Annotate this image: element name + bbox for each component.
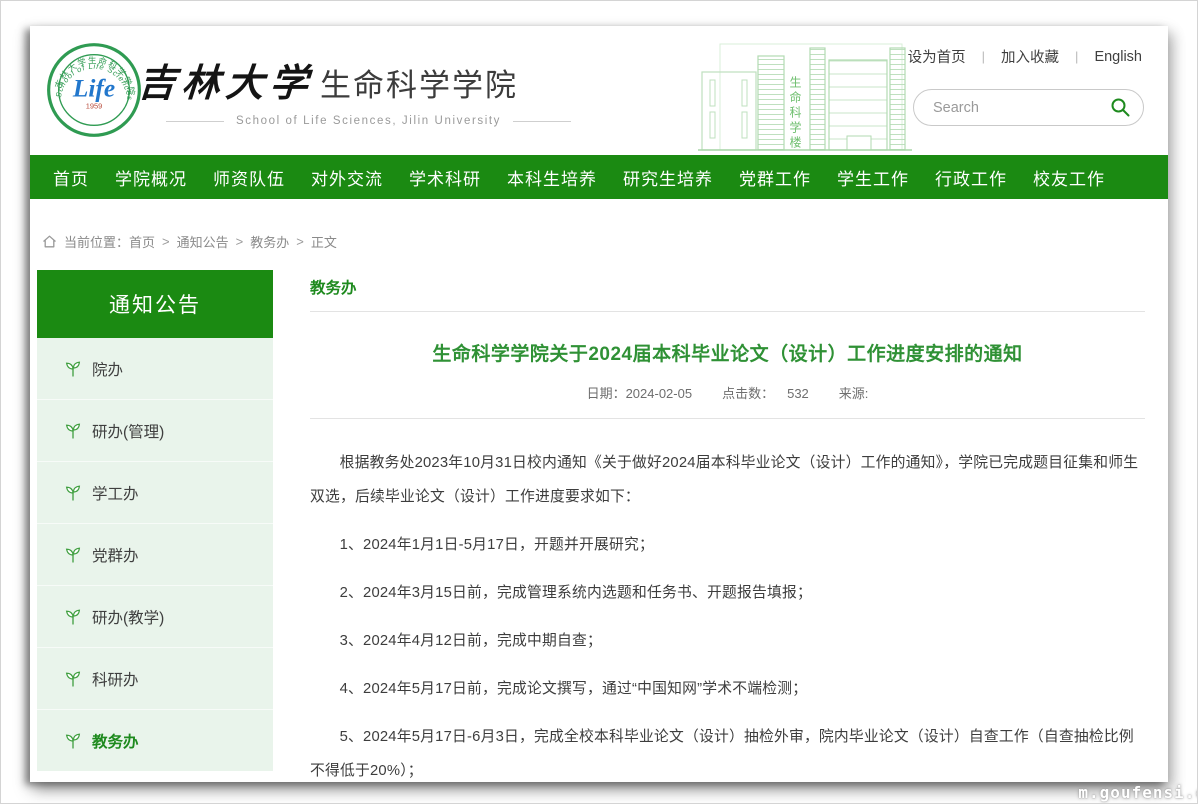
link-separator: | [1075, 49, 1078, 64]
logo-seal-icon: 吉林大学生命科学学院 Life 1959 School of Life Scie… [46, 42, 142, 138]
set-homepage-link[interactable]: 设为首页 [908, 46, 966, 67]
school-logo-icon[interactable]: 吉林大学生命科学学院 Life 1959 School of Life Scie… [46, 42, 142, 138]
leaf-icon [64, 422, 82, 440]
sidebar-item-yanban-jiaoxue[interactable]: 研办(教学) [37, 586, 273, 648]
leaf-icon [64, 732, 82, 750]
article-paragraph: 5、2024年5月17日-6月3日，完成全校本科毕业论文（设计）抽检外审，院内毕… [310, 720, 1145, 788]
building-label-text: 生命科学楼 [788, 76, 802, 151]
breadcrumb-prefix: 当前位置： [64, 232, 129, 251]
leaf-icon [64, 484, 82, 502]
college-name-english: School of Life Sciences, Jilin Universit… [236, 115, 501, 127]
article-title: 生命科学学院关于2024届本科毕业论文（设计）工作进度安排的通知 [310, 339, 1145, 366]
nav-item-administration[interactable]: 行政工作 [922, 165, 1020, 190]
sidebar-item-jiaowuban[interactable]: 教务办 [37, 710, 273, 771]
sidebar-list: 院办 研办(管理) 学工办 党群办 研办(教学) [37, 338, 273, 771]
search-icon [1110, 97, 1131, 118]
nav-item-undergraduate[interactable]: 本科生培养 [494, 165, 610, 190]
article-body: 根据教务处2023年10月31日校内通知《关于做好2024届本科毕业论文（设计）… [310, 446, 1145, 788]
divider [310, 418, 1145, 419]
nav-item-home[interactable]: 首页 [40, 165, 102, 190]
watermark-text: m.goufensi.c [1078, 783, 1198, 802]
home-icon [42, 234, 57, 249]
sidebar-item-label: 研办(管理) [92, 420, 164, 442]
breadcrumb-separator: > [236, 234, 244, 249]
meta-source-label: 来源: [839, 386, 869, 401]
sidebar-item-dangqunban[interactable]: 党群办 [37, 524, 273, 586]
meta-date-label: 日期： [587, 386, 626, 401]
breadcrumb-current: 正文 [311, 232, 337, 251]
main-nav: 首页 学院概况 师资队伍 对外交流 学术科研 本科生培养 研究生培养 党群工作 … [30, 155, 1168, 199]
nav-item-research[interactable]: 学术科研 [396, 165, 494, 190]
meta-date-value: 2024-02-05 [626, 386, 693, 401]
sidebar-item-label: 教务办 [92, 730, 139, 752]
site-header: 吉林大学生命科学学院 Life 1959 School of Life Scie… [30, 26, 1168, 155]
content-area: 通知公告 院办 研办(管理) 学工办 党群办 [30, 270, 1168, 802]
leaf-icon [64, 608, 82, 626]
article-meta: 日期：2024-02-05 点击数： 532 来源: [310, 383, 1145, 402]
university-name-calligraphy: 吉林大学 [136, 52, 316, 107]
breadcrumb-notices[interactable]: 通知公告 [177, 232, 229, 251]
leaf-icon [64, 670, 82, 688]
breadcrumb-separator: > [162, 234, 170, 249]
sidebar-item-label: 学工办 [92, 482, 139, 504]
nav-item-exchange[interactable]: 对外交流 [298, 165, 396, 190]
section-title: 教务办 [310, 270, 1145, 298]
nav-item-party[interactable]: 党群工作 [726, 165, 824, 190]
college-name: 生命科学学院 [320, 60, 518, 105]
subtitle-dash-right [513, 121, 571, 122]
article-paragraph: 根据教务处2023年10月31日校内通知《关于做好2024届本科毕业论文（设计）… [310, 446, 1145, 514]
meta-clicks-label: 点击数： [722, 386, 774, 401]
article-paragraph: 4、2024年5月17日前，完成论文撰写，通过“中国知网”学术不端检测； [310, 672, 1145, 706]
building-drawing: 生命科学楼 [698, 42, 912, 155]
sidebar-item-keyanban[interactable]: 科研办 [37, 648, 273, 710]
leaf-icon [64, 546, 82, 564]
article-panel: 教务办 生命科学学院关于2024届本科毕业论文（设计）工作进度安排的通知 日期：… [310, 270, 1145, 802]
nav-item-faculty[interactable]: 师资队伍 [200, 165, 298, 190]
sidebar-item-yanban-guanli[interactable]: 研办(管理) [37, 400, 273, 462]
sidebar: 通知公告 院办 研办(管理) 学工办 党群办 [37, 270, 273, 802]
sidebar-item-label: 院办 [92, 358, 123, 380]
sidebar-item-label: 党群办 [92, 544, 139, 566]
add-favorite-link[interactable]: 加入收藏 [1001, 46, 1059, 67]
sidebar-title: 通知公告 [37, 270, 273, 338]
brand-subtitle: School of Life Sciences, Jilin Universit… [166, 115, 571, 127]
nav-item-alumni[interactable]: 校友工作 [1020, 165, 1118, 190]
breadcrumb-home[interactable]: 首页 [129, 232, 155, 251]
page-card: 吉林大学生命科学学院 Life 1959 School of Life Scie… [30, 26, 1168, 782]
leaf-icon [64, 360, 82, 378]
article-paragraph: 1、2024年1月1日-5月17日，开题并开展研究； [310, 528, 1145, 562]
breadcrumb-separator: > [296, 234, 304, 249]
subtitle-dash-left [166, 121, 224, 122]
search-button[interactable] [1110, 97, 1131, 118]
logo-year-text: 1959 [86, 102, 103, 111]
logo-center-text: Life [72, 75, 115, 103]
english-link[interactable]: English [1094, 49, 1142, 65]
brand-block: 吉林大学 生命科学学院 School of Life Sciences, Jil… [138, 52, 571, 127]
nav-item-graduate[interactable]: 研究生培养 [610, 165, 726, 190]
link-separator: | [982, 49, 985, 64]
divider [310, 311, 1145, 312]
top-utility-links: 设为首页 | 加入收藏 | English [908, 46, 1142, 67]
article-paragraph: 2、2024年3月15日前，完成管理系统内选题和任务书、开题报告填报； [310, 576, 1145, 610]
nav-item-student-affairs[interactable]: 学生工作 [824, 165, 922, 190]
nav-item-overview[interactable]: 学院概况 [102, 165, 200, 190]
article-paragraph: 3、2024年4月12日前，完成中期自查； [310, 624, 1145, 658]
sidebar-item-xuegongban[interactable]: 学工办 [37, 462, 273, 524]
search-box [913, 89, 1144, 126]
sidebar-item-label: 研办(教学) [92, 606, 164, 628]
sidebar-item-yuanban[interactable]: 院办 [37, 338, 273, 400]
breadcrumb-academic-office[interactable]: 教务办 [250, 232, 289, 251]
sidebar-item-label: 科研办 [92, 668, 139, 690]
breadcrumb: 当前位置： 首页 > 通知公告 > 教务办 > 正文 [30, 199, 1168, 254]
meta-clicks-value: 532 [787, 386, 809, 401]
